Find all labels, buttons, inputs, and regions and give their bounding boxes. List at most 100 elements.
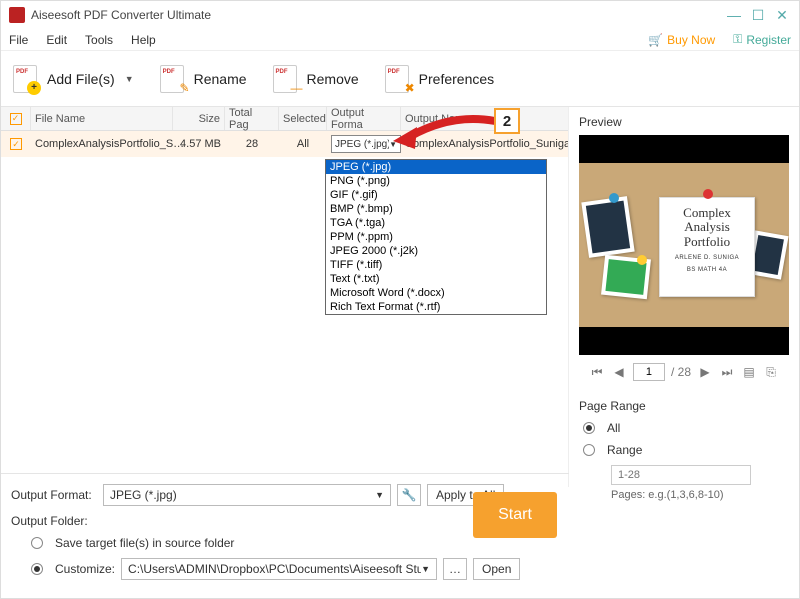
select-all-checkbox[interactable]: ✓ — [10, 113, 22, 125]
table-header: ✓ File Name Size Total Pag Selected Outp… — [1, 107, 568, 131]
col-size[interactable]: Size — [173, 107, 225, 130]
page-input[interactable] — [633, 363, 665, 381]
buy-now-link[interactable]: 🛒 Buy Now — [648, 32, 715, 47]
radio-customize[interactable] — [31, 563, 43, 575]
fit-page-icon[interactable]: ▤ — [741, 365, 757, 379]
preferences-button[interactable]: ✖ Preferences — [383, 65, 494, 93]
remove-label: Remove — [307, 71, 359, 87]
preview-author: ARLENE D. SUNIGA — [666, 255, 748, 261]
col-filename[interactable]: File Name — [31, 107, 173, 130]
buy-now-label: Buy Now — [667, 33, 715, 47]
start-button[interactable]: Start — [473, 492, 557, 538]
format-option[interactable]: BMP (*.bmp) — [326, 202, 546, 216]
key-icon: ⚿ — [733, 32, 742, 47]
format-option[interactable]: GIF (*.gif) — [326, 188, 546, 202]
customize-label: Customize: — [55, 562, 115, 576]
page-range-hint: Pages: e.g.(1,3,6,8-10) — [611, 489, 789, 501]
output-format-value: JPEG (*.jpg) — [110, 488, 177, 502]
output-path-field[interactable]: C:\Users\ADMIN\Dropbox\PC\Documents\Aise… — [121, 558, 437, 580]
ellipsis-icon: … — [449, 562, 461, 576]
preferences-label: Preferences — [419, 71, 494, 87]
add-files-icon: + — [11, 65, 39, 93]
format-option[interactable]: PNG (*.png) — [326, 174, 546, 188]
menu-tools[interactable]: Tools — [85, 33, 113, 47]
menu-edit[interactable]: Edit — [46, 33, 67, 47]
open-folder-button[interactable]: Open — [473, 558, 520, 580]
cell-filename: ComplexAnalysisPortfolio_S… — [31, 131, 173, 157]
next-page-button[interactable]: ▶ — [697, 365, 713, 379]
page-range-input[interactable] — [611, 465, 751, 485]
output-format-dropdown[interactable]: JPEG (*.jpg) ▼ — [103, 484, 391, 506]
bottom-panel: Output Format: JPEG (*.jpg) ▼ 🔧 Apply to… — [1, 473, 569, 598]
remove-button[interactable]: — Remove — [271, 65, 359, 93]
col-outputname[interactable]: Output Nam — [401, 107, 568, 130]
output-format-label: Output Format: — [11, 488, 97, 502]
preview-sub: BS MATH 4A — [666, 267, 748, 273]
rename-label: Rename — [194, 71, 247, 87]
register-label: Register — [746, 33, 791, 47]
table-row[interactable]: ✓ ComplexAnalysisPortfolio_S… 4.57 MB 28… — [1, 131, 568, 157]
format-option[interactable]: Rich Text Format (*.rtf) — [326, 300, 546, 314]
format-option[interactable]: JPEG 2000 (*.j2k) — [326, 244, 546, 258]
page-range-header: Page Range — [579, 399, 789, 413]
chevron-down-icon: ▼ — [421, 564, 430, 574]
chevron-down-icon: ▼ — [125, 74, 134, 84]
cell-selected: All — [279, 131, 327, 157]
rename-button[interactable]: ✎ Rename — [158, 65, 247, 93]
row-format-dropdown[interactable]: JPEG (*.jpg) ▼ — [331, 135, 401, 153]
page-range-range[interactable]: Range — [579, 443, 789, 457]
row-checkbox[interactable]: ✓ — [10, 138, 22, 150]
menu-file[interactable]: File — [9, 33, 28, 47]
add-files-label: Add File(s) — [47, 71, 115, 87]
chevron-down-icon: ▼ — [375, 490, 384, 500]
radio-range-label: Range — [607, 443, 642, 457]
page-total: / 28 — [671, 365, 691, 379]
page-range-all[interactable]: All — [579, 421, 789, 435]
minimize-button[interactable]: — — [725, 6, 743, 24]
preview-title-3: Portfolio — [666, 235, 748, 249]
register-link[interactable]: ⚿ Register — [733, 32, 791, 47]
format-option[interactable]: TGA (*.tga) — [326, 216, 546, 230]
col-totalpages[interactable]: Total Pag — [225, 107, 279, 130]
add-files-button[interactable]: + Add File(s) ▼ — [11, 65, 134, 93]
preview-panel: Preview Complex Analysis Portfolio ARLEN… — [569, 107, 799, 487]
radio-range[interactable] — [583, 444, 595, 456]
format-dropdown-list[interactable]: JPEG (*.jpg)PNG (*.png)GIF (*.gif)BMP (*… — [325, 159, 547, 315]
output-path-value: C:\Users\ADMIN\Dropbox\PC\Documents\Aise… — [128, 562, 421, 576]
prev-page-button[interactable]: ◀ — [611, 365, 627, 379]
output-folder-label: Output Folder: — [11, 514, 97, 528]
close-button[interactable]: ✕ — [773, 6, 791, 24]
first-page-button[interactable]: ⏮ — [589, 365, 605, 380]
remove-icon: — — [271, 65, 299, 93]
chevron-down-icon: ▼ — [389, 140, 397, 149]
rename-icon: ✎ — [158, 65, 186, 93]
cart-icon: 🛒 — [648, 33, 663, 47]
format-option[interactable]: Text (*.txt) — [326, 272, 546, 286]
preview-pager: ⏮ ◀ / 28 ▶ ⏭ ▤ ⎘ — [579, 363, 789, 381]
menu-help[interactable]: Help — [131, 33, 156, 47]
cell-pages: 28 — [225, 131, 279, 157]
radio-all[interactable] — [583, 422, 595, 434]
col-outputformat[interactable]: Output Forma — [327, 107, 401, 130]
preview-title-2: Analysis — [666, 220, 748, 234]
browse-folder-button[interactable]: … — [443, 558, 467, 580]
last-page-button[interactable]: ⏭ — [719, 365, 735, 380]
menu-bar: File Edit Tools Help 🛒 Buy Now ⚿ Registe… — [1, 29, 799, 51]
preview-note: Complex Analysis Portfolio ARLENE D. SUN… — [659, 197, 755, 297]
cell-outputname: ComplexAnalysisPortfolio_Suniga (1) — [401, 131, 568, 157]
open-label: Open — [482, 562, 511, 576]
radio-save-source[interactable] — [31, 537, 43, 549]
format-option[interactable]: JPEG (*.jpg) — [326, 160, 546, 174]
col-selected[interactable]: Selected — [279, 107, 327, 130]
format-option[interactable]: PPM (*.ppm) — [326, 230, 546, 244]
app-title: Aiseesoft PDF Converter Ultimate — [31, 8, 211, 22]
format-option[interactable]: Microsoft Word (*.docx) — [326, 286, 546, 300]
preferences-icon: ✖ — [383, 65, 411, 93]
maximize-button[interactable]: ☐ — [749, 6, 767, 24]
export-page-icon[interactable]: ⎘ — [763, 365, 779, 380]
preview-thumbnail: Complex Analysis Portfolio ARLENE D. SUN… — [579, 135, 789, 355]
step-number: 2 — [503, 113, 511, 130]
step-badge: 2 — [494, 108, 520, 134]
output-format-settings-button[interactable]: 🔧 — [397, 484, 421, 506]
format-option[interactable]: TIFF (*.tiff) — [326, 258, 546, 272]
